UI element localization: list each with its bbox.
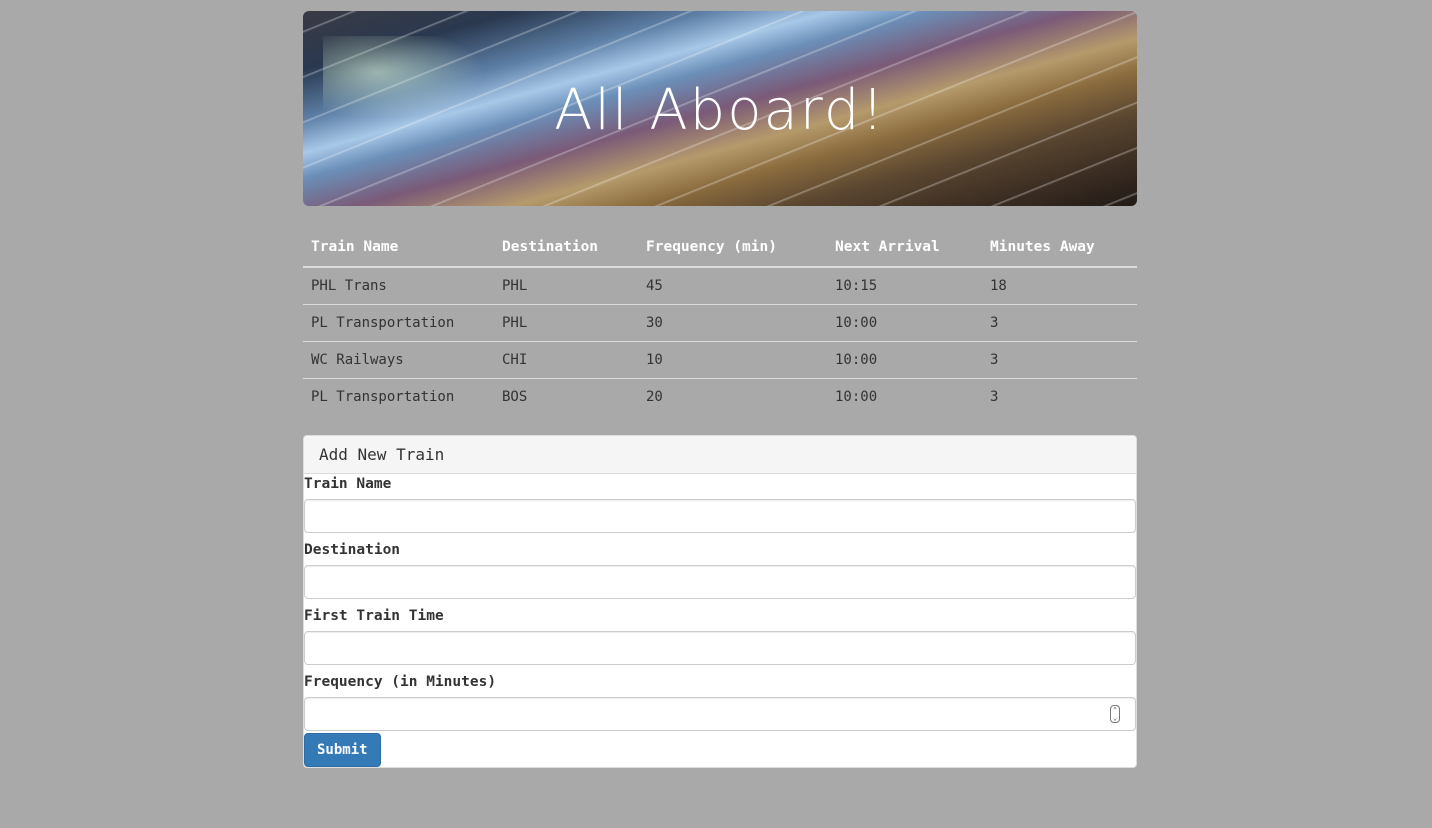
cell-next-arrival: 10:00 xyxy=(827,304,982,342)
first-train-time-label: First Train Time xyxy=(304,608,444,624)
cell-frequency: 45 xyxy=(646,278,663,294)
table-row: PHL Trans PHL 45 10:15 18 xyxy=(303,267,1137,305)
cell-next-arrival: 10:15 xyxy=(835,278,878,294)
header-banner: All Aboard! xyxy=(303,11,1137,206)
add-train-form: Train Name Destination First Train Time … xyxy=(304,475,1136,767)
column-header-destination: Destination xyxy=(494,228,638,268)
cell-next-arrival: 10:00 xyxy=(827,378,982,415)
cell-destination: BOS xyxy=(494,378,638,415)
column-header-train-name: Train Name xyxy=(303,228,494,268)
train-schedule-table: Train Name Destination Frequency (min) N… xyxy=(303,228,1137,415)
cell-frequency: 30 xyxy=(638,304,827,342)
cell-frequency: 20 xyxy=(638,378,827,415)
cell-frequency: 10 xyxy=(638,341,827,379)
submit-button[interactable]: Submit xyxy=(304,733,381,767)
frequency-input[interactable] xyxy=(304,697,1136,731)
page-title: All Aboard! xyxy=(554,78,886,143)
destination-input[interactable] xyxy=(304,565,1136,599)
table-header-row: Train Name Destination Frequency (min) N… xyxy=(303,228,1137,268)
cell-destination: PHL xyxy=(494,304,638,342)
cell-minutes-away: 3 xyxy=(982,304,1137,342)
cell-destination: PHL xyxy=(502,278,528,294)
cell-minutes-away: 18 xyxy=(990,278,1007,294)
column-header-minutes-away: Minutes Away xyxy=(982,228,1137,268)
cell-minutes-away: 3 xyxy=(982,378,1137,415)
cell-next-arrival: 10:00 xyxy=(827,341,982,379)
column-header-next-arrival: Next Arrival xyxy=(827,228,982,268)
destination-label: Destination xyxy=(304,542,401,558)
cell-minutes-away: 3 xyxy=(982,341,1137,379)
page-container: All Aboard! Train Name Destination Frequ… xyxy=(303,11,1137,768)
frequency-field: ⌃ ⌄ xyxy=(304,697,1136,731)
spinner-arrows-icon[interactable]: ⌃ ⌄ xyxy=(1110,705,1120,723)
train-name-input[interactable] xyxy=(304,499,1136,533)
cell-train-name: PL Transportation xyxy=(303,378,494,415)
cell-train-name: PL Transportation xyxy=(303,304,494,342)
panel-heading: Add New Train xyxy=(304,436,1136,474)
cell-train-name: WC Railways xyxy=(303,341,494,379)
table-row: WC Railways CHI 10 10:00 3 xyxy=(303,341,1137,379)
table-row: PL Transportation BOS 20 10:00 3 xyxy=(303,378,1137,415)
column-header-frequency: Frequency (min) xyxy=(638,228,827,268)
add-train-panel: Add New Train Train Name Destination Fir… xyxy=(303,435,1137,768)
train-name-label: Train Name xyxy=(304,476,392,492)
first-train-time-input[interactable] xyxy=(304,631,1136,665)
frequency-label: Frequency (in Minutes) xyxy=(304,674,497,690)
table-row: PL Transportation PHL 30 10:00 3 xyxy=(303,304,1137,342)
cell-train-name: PHL Trans xyxy=(311,278,387,294)
cell-destination: CHI xyxy=(494,341,638,379)
